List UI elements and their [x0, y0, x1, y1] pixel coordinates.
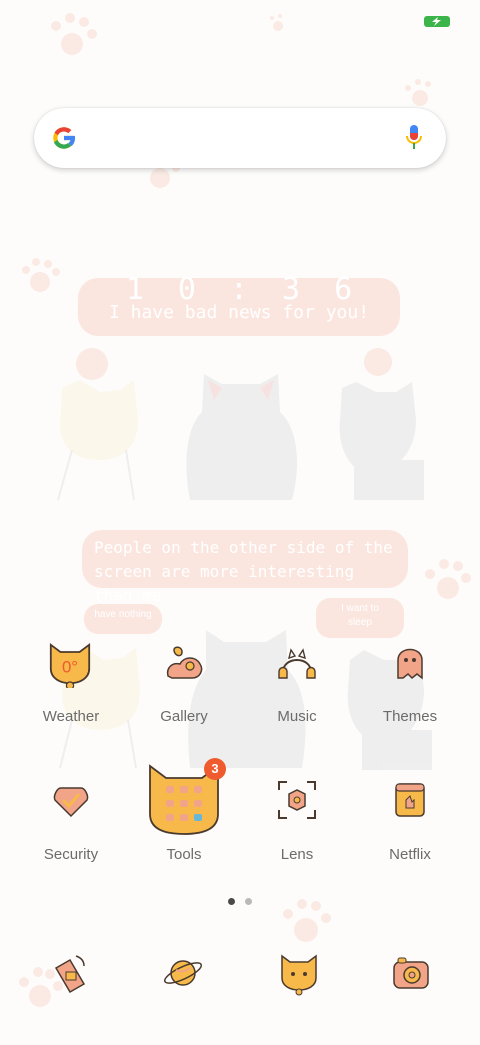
headphones-cat-icon	[278, 648, 316, 679]
weather-temp: 0°	[62, 657, 78, 676]
cat-bell-weather-icon: 0°	[49, 643, 91, 688]
clock-widget[interactable]: 10:36 I have bad news for you!	[78, 272, 400, 336]
lens-scan-icon	[278, 781, 316, 819]
ghost-theme-icon	[397, 648, 423, 680]
quote-line: People on the other side of the	[94, 538, 393, 557]
app-label: Netflix	[389, 846, 431, 863]
status-bar	[0, 0, 480, 40]
app-lens[interactable]: Lens	[242, 780, 352, 870]
app-gallery[interactable]: Gallery	[129, 642, 239, 732]
app-label: Music	[277, 708, 317, 725]
speech-bubble-left: have nothing	[84, 604, 162, 634]
app-security[interactable]: Security	[16, 780, 126, 870]
app-label: Themes	[382, 708, 438, 725]
app-label: Tools	[166, 846, 202, 863]
speech-bubble-text: have nothing	[94, 609, 152, 620]
phone-dock-icon[interactable]	[48, 950, 94, 996]
cat-bell-icon[interactable]	[276, 950, 322, 996]
speech-bubble-text: I want to	[341, 603, 379, 614]
page-dot-active[interactable]	[228, 898, 235, 905]
app-label: Security	[43, 846, 99, 863]
mic-icon[interactable]	[404, 124, 424, 152]
speech-bubble-right: I want to sleep	[316, 598, 404, 638]
cat-illustration-top	[57, 348, 424, 501]
quote-bubble: People on the other side of the screen a…	[82, 530, 408, 605]
clock-message: I have bad news for you!	[108, 302, 370, 323]
google-logo-icon	[53, 127, 76, 149]
app-label: Weather	[42, 708, 100, 725]
speech-bubble-text: sleep	[348, 617, 372, 628]
paw-print-icon	[283, 899, 331, 942]
app-themes[interactable]: Themes	[355, 642, 465, 732]
netflix-card-icon	[395, 783, 425, 817]
shield-check-icon	[53, 787, 89, 818]
notification-badge: 3	[204, 758, 226, 780]
search-bar[interactable]	[34, 108, 446, 168]
page-dot[interactable]	[245, 898, 252, 905]
paw-print-icon	[22, 258, 60, 292]
planet-browser-icon[interactable]	[160, 950, 206, 996]
app-music[interactable]: Music	[242, 642, 352, 732]
gallery-landscape-icon	[166, 646, 203, 679]
paw-print-icon	[405, 79, 431, 106]
app-weather[interactable]: 0° Weather	[16, 642, 126, 732]
page-indicator[interactable]	[228, 898, 254, 906]
app-label: Gallery	[160, 708, 208, 725]
paw-print-icon	[425, 559, 471, 599]
app-label: Lens	[280, 846, 314, 863]
camera-dock-icon[interactable]	[388, 950, 434, 996]
app-netflix[interactable]: Netflix	[355, 780, 465, 870]
battery-charging-icon	[424, 16, 450, 27]
